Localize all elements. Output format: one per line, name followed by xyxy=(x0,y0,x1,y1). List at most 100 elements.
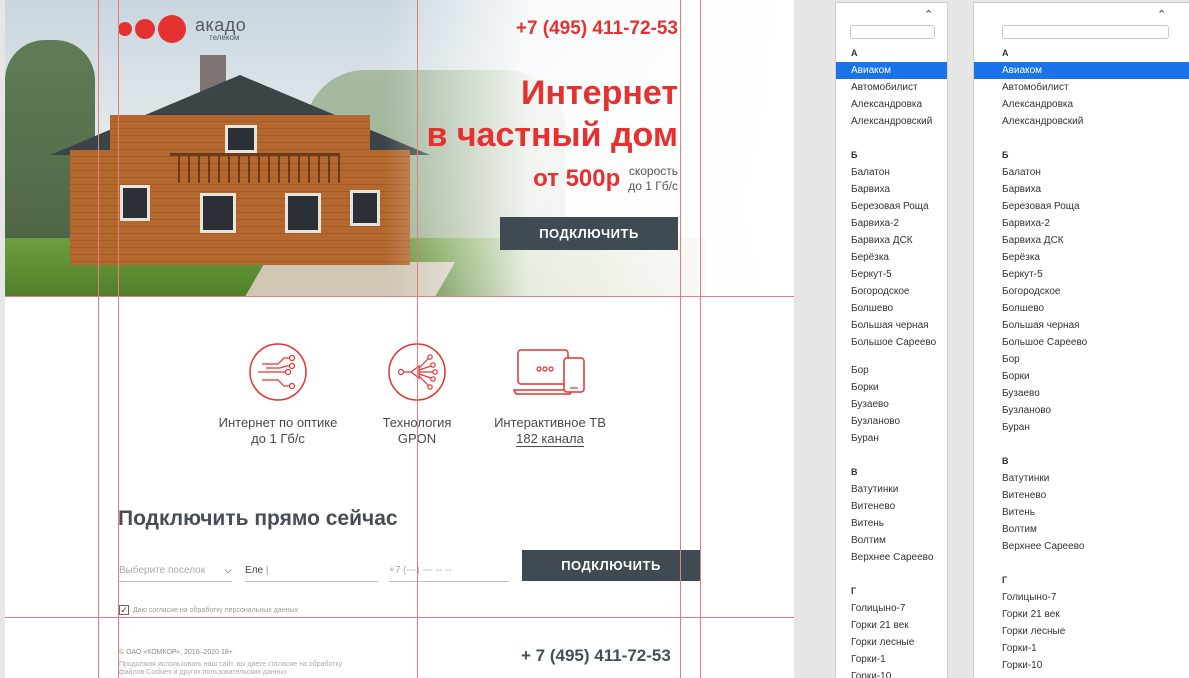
dropdown-group-letter: Г xyxy=(851,586,857,596)
dropdown-option[interactable]: Богородское xyxy=(974,283,1189,300)
dropdown-group-letter: А xyxy=(851,48,858,58)
dropdown-option[interactable]: Бор xyxy=(974,351,1189,368)
devices-tv-icon xyxy=(512,349,585,395)
dropdown-option[interactable]: Буран xyxy=(836,430,947,447)
hero-title: Интернет в частный дом xyxy=(426,72,678,156)
dropdown-option[interactable]: Бузаево xyxy=(974,385,1189,402)
dropdown-option[interactable]: Бор xyxy=(836,362,947,379)
settlement-dropdown-wide[interactable]: ⌃ А Авиаком Автомобилист Александровка Алекс… xyxy=(973,2,1189,678)
dropdown-option[interactable]: Большая черная xyxy=(974,317,1189,334)
dropdown-option[interactable]: Волтим xyxy=(836,532,947,549)
dropdown-option[interactable]: Волтим xyxy=(974,521,1189,538)
dropdown-option[interactable]: Барвиха ДСК xyxy=(836,232,947,249)
dropdown-option[interactable]: Александровка xyxy=(836,96,947,113)
layout-guide xyxy=(417,0,418,678)
layout-guide xyxy=(118,0,119,678)
dropdown-option[interactable]: Бузланово xyxy=(974,402,1189,419)
dropdown-option[interactable]: Голицыно-7 xyxy=(836,600,947,617)
dropdown-option[interactable]: Беркут-5 xyxy=(836,266,947,283)
dropdown-option[interactable]: Березовая Роща xyxy=(836,198,947,215)
dropdown-group-letter: А xyxy=(1002,48,1009,58)
dropdown-option[interactable]: Буран xyxy=(974,419,1189,436)
dropdown-option[interactable]: Ватутинки xyxy=(836,481,947,498)
logo-subtext: телеком xyxy=(209,33,240,42)
name-input[interactable]: Еле | xyxy=(245,560,378,582)
dropdown-option[interactable]: Александровка xyxy=(974,96,1189,113)
dropdown-option[interactable]: Барвиха ДСК xyxy=(974,232,1189,249)
dropdown-option[interactable]: Авиаком xyxy=(974,62,1189,79)
dropdown-option[interactable]: Горки 21 век xyxy=(974,606,1189,623)
dropdown-option[interactable]: Барвиха xyxy=(836,181,947,198)
dropdown-option[interactable]: Витень xyxy=(974,504,1189,521)
dropdown-option[interactable]: Александровский xyxy=(836,113,947,130)
dropdown-option[interactable]: Богородское xyxy=(836,283,947,300)
phone-input[interactable]: +7 (---) --- -- -- xyxy=(389,560,509,582)
dropdown-option[interactable]: Витенево xyxy=(836,498,947,515)
dropdown-option[interactable]: Авиаком xyxy=(836,62,947,79)
dropdown-search-input[interactable] xyxy=(850,25,935,39)
footer-cookie-note: Продолжая использовать наш сайт, вы дает… xyxy=(119,661,343,676)
footer-phone-link[interactable]: + 7 (495) 411-72-53 xyxy=(521,646,671,666)
dropdown-option[interactable]: Автомобилист xyxy=(974,79,1189,96)
akado-logo[interactable]: акадо телеком xyxy=(118,14,246,44)
chevron-up-icon[interactable]: ⌃ xyxy=(1157,8,1166,21)
dropdown-option[interactable]: Витень xyxy=(836,515,947,532)
dropdown-option[interactable]: Бузаево xyxy=(836,396,947,413)
form-connect-button[interactable]: ПОДКЛЮЧИТЬ xyxy=(522,550,700,581)
dropdown-option[interactable]: Балатон xyxy=(836,164,947,181)
dropdown-group-letter: В xyxy=(851,467,858,477)
dropdown-option[interactable]: Горки лесные xyxy=(836,634,947,651)
dropdown-option[interactable]: Бузланово xyxy=(836,413,947,430)
dropdown-option[interactable]: Александровский xyxy=(974,113,1189,130)
feature-tv-channels-link[interactable]: 182 канала xyxy=(516,431,584,447)
dropdown-option[interactable]: Борки xyxy=(836,379,947,396)
dropdown-group-letter: В xyxy=(1002,456,1009,466)
dropdown-option[interactable]: Горки 21 век xyxy=(836,617,947,634)
hero-connect-button[interactable]: ПОДКЛЮЧИТЬ xyxy=(500,217,678,250)
dropdown-option[interactable]: Большая черная xyxy=(836,317,947,334)
house-window xyxy=(285,193,321,233)
dropdown-list: А Авиаком Автомобилист Александровка Алексан… xyxy=(836,45,947,678)
dropdown-option[interactable]: Горки-15 xyxy=(974,674,1189,678)
dropdown-option[interactable]: Витенево xyxy=(974,487,1189,504)
landing-page: акадо телеком +7 (495) 411-72-53 Интерне… xyxy=(5,0,794,678)
dropdown-option[interactable]: Барвиха xyxy=(974,181,1189,198)
dropdown-option[interactable]: Большое Сареево xyxy=(836,334,947,362)
settlement-select[interactable]: Выберите поселок ⌵ xyxy=(119,560,232,582)
house-window xyxy=(350,190,380,226)
dropdown-search-input[interactable] xyxy=(1002,25,1169,39)
dropdown-option[interactable]: Болшево xyxy=(974,300,1189,317)
dropdown-option[interactable]: Беркут-5 xyxy=(974,266,1189,283)
dropdown-option[interactable]: Барвиха-2 xyxy=(974,215,1189,232)
dropdown-option[interactable]: Горки-10 xyxy=(974,657,1189,674)
dropdown-option[interactable]: Балатон xyxy=(974,164,1189,181)
dropdown-option[interactable]: Верхнее Сареево xyxy=(836,549,947,566)
dropdown-option[interactable]: Автомобилист xyxy=(836,79,947,96)
dropdown-option[interactable]: Берёзка xyxy=(836,249,947,266)
header-phone-link[interactable]: +7 (495) 411-72-53 xyxy=(516,18,678,40)
dropdown-group-letter: Б xyxy=(1002,150,1009,160)
dropdown-option[interactable]: Горки-1 xyxy=(974,640,1189,657)
hero-title-line: в частный дом xyxy=(426,116,678,154)
dropdown-option[interactable]: Верхнее Сареево xyxy=(974,538,1189,555)
chevron-down-icon: ⌵ xyxy=(224,565,232,576)
dropdown-option[interactable]: Горки-1 xyxy=(836,651,947,668)
layout-guide xyxy=(98,0,99,678)
checkbox-checked-icon[interactable]: ✓ xyxy=(119,605,129,615)
settlement-dropdown-narrow[interactable]: ⌃ А Авиаком Автомобилист Александровка Алекс… xyxy=(835,2,948,678)
dropdown-option[interactable]: Болшево xyxy=(836,300,947,317)
dropdown-option[interactable]: Большое Сареево xyxy=(974,334,1189,351)
dropdown-option[interactable]: Барвиха-2 xyxy=(836,215,947,232)
dropdown-option[interactable]: Берёзка xyxy=(974,249,1189,266)
house-window xyxy=(200,193,236,233)
dropdown-option[interactable]: Борки xyxy=(974,368,1189,385)
dropdown-option[interactable]: Ватутинки xyxy=(974,470,1189,487)
chevron-up-icon[interactable]: ⌃ xyxy=(924,8,933,21)
dropdown-option[interactable]: Горки лесные xyxy=(974,623,1189,640)
feature-tv: Интерактивное ТВ 182 канала xyxy=(485,342,615,447)
layout-guide xyxy=(5,617,794,618)
dropdown-option[interactable]: Голицыно-7 xyxy=(974,589,1189,606)
dropdown-option[interactable]: Березовая Роща xyxy=(974,198,1189,215)
dropdown-option[interactable]: Горки-10 xyxy=(836,668,947,678)
consent-checkbox-row[interactable]: ✓ Даю согласие на обработку персональных… xyxy=(119,605,298,615)
